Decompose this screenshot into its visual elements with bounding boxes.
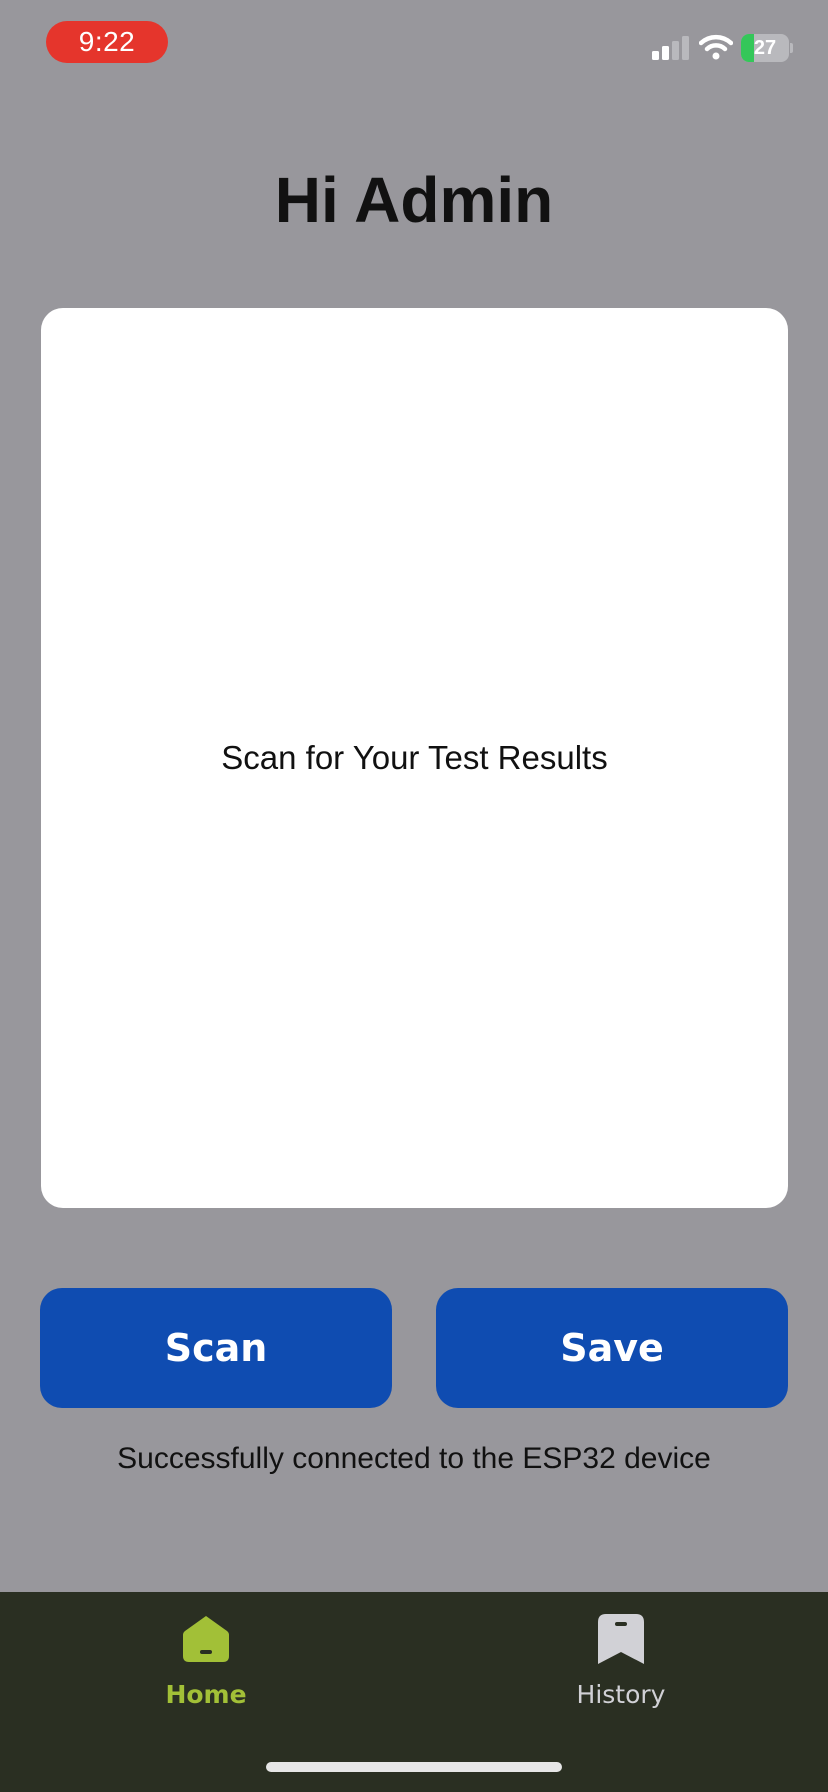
tab-home[interactable]: Home: [106, 1592, 306, 1732]
tab-home-label: Home: [165, 1680, 247, 1709]
result-message: Scan for Your Test Results: [221, 739, 608, 776]
tab-history-label: History: [576, 1680, 666, 1709]
page-title: Hi Admin: [274, 164, 554, 236]
home-indicator[interactable]: [266, 1762, 562, 1772]
tab-history[interactable]: History: [521, 1592, 721, 1732]
connection-status: Successfully connected to the ESP32 devi…: [117, 1442, 711, 1475]
home-icon: [183, 1616, 229, 1662]
battery-tip: [790, 43, 793, 53]
battery-level: 27: [753, 37, 777, 59]
status-time[interactable]: 9:22: [46, 21, 168, 63]
scan-button[interactable]: Scan: [40, 1288, 392, 1408]
bookmark-icon: [598, 1614, 644, 1664]
result-card: Scan for Your Test Results: [41, 308, 788, 1208]
battery-body: 27: [741, 34, 789, 62]
battery-charging-icon: 27: [741, 34, 793, 62]
status-bar: 9:22 27: [0, 0, 828, 90]
save-button[interactable]: Save: [436, 1288, 788, 1408]
signal-icon: [652, 36, 689, 60]
wifi-icon: [699, 34, 733, 60]
